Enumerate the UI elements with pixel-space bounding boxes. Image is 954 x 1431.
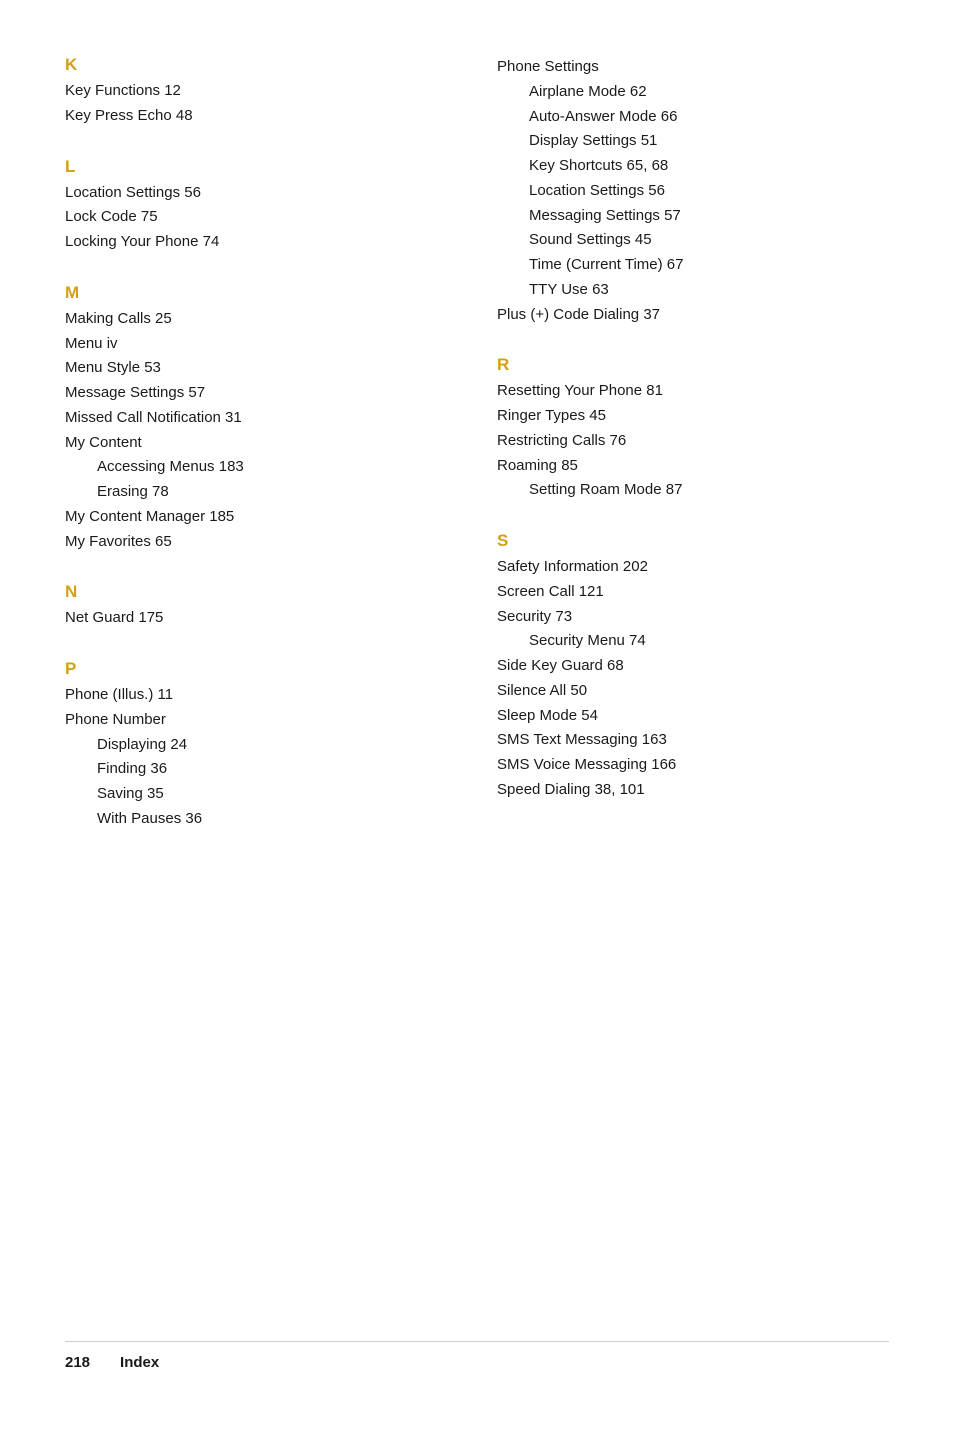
index-entry: Menu Style 53 [65, 356, 457, 381]
index-section: Phone SettingsAirplane Mode 62Auto-Answe… [497, 55, 889, 327]
index-entry: Location Settings 56 [497, 179, 889, 204]
index-entry: Phone Settings [497, 55, 889, 80]
index-entry: Side Key Guard 68 [497, 654, 889, 679]
index-section: L Location Settings 56Lock Code 75Locking… [65, 157, 457, 255]
index-section: P Phone (Illus.) 11Phone NumberDisplaying… [65, 659, 457, 832]
index-entry: Messaging Settings 57 [497, 204, 889, 229]
section-letter: R [497, 355, 889, 375]
index-section: RResetting Your Phone 81Ringer Types 45R… [497, 355, 889, 503]
column-right: Phone SettingsAirplane Mode 62Auto-Answe… [487, 55, 889, 1321]
index-entry: Saving 35 [65, 782, 457, 807]
index-entry: Speed Dialing 38, 101 [497, 778, 889, 803]
index-entry: Location Settings 56 [65, 181, 457, 206]
section-letter: N [65, 582, 457, 602]
index-entry: TTY Use 63 [497, 278, 889, 303]
footer-title: Index [120, 1354, 159, 1371]
index-entry: Making Calls 25 [65, 307, 457, 332]
index-entry: Security 73 [497, 605, 889, 630]
index-entry: SMS Voice Messaging 166 [497, 753, 889, 778]
index-entry: Roaming 85 [497, 454, 889, 479]
index-entry: Finding 36 [65, 757, 457, 782]
index-entry: Net Guard 175 [65, 606, 457, 631]
index-entry: Plus (+) Code Dialing 37 [497, 303, 889, 328]
index-section: M Making Calls 25Menu ivMenu Style 53Mess… [65, 283, 457, 555]
index-entry: Menu iv [65, 332, 457, 357]
index-entry: Displaying 24 [65, 733, 457, 758]
section-letter: M [65, 283, 457, 303]
index-entry: Restricting Calls 76 [497, 429, 889, 454]
index-entry: Auto-Answer Mode 66 [497, 105, 889, 130]
index-entry: Setting Roam Mode 87 [497, 478, 889, 503]
page-container: K Key Functions 12Key Press Echo 48 L Locat… [0, 0, 954, 1431]
content-columns: K Key Functions 12Key Press Echo 48 L Locat… [65, 55, 889, 1321]
index-entry: Lock Code 75 [65, 205, 457, 230]
index-entry: Accessing Menus 183 [65, 455, 457, 480]
index-entry: Locking Your Phone 74 [65, 230, 457, 255]
index-entry: Key Press Echo 48 [65, 104, 457, 129]
section-letter: P [65, 659, 457, 679]
index-entry: Missed Call Notification 31 [65, 406, 457, 431]
index-entry: Erasing 78 [65, 480, 457, 505]
index-entry: Phone (Illus.) 11 [65, 683, 457, 708]
index-section: N Net Guard 175 [65, 582, 457, 631]
section-letter: S [497, 531, 889, 551]
index-entry: With Pauses 36 [65, 807, 457, 832]
page-number: 218 [65, 1354, 90, 1371]
page-footer: 218 Index [65, 1341, 889, 1371]
index-entry: Silence All 50 [497, 679, 889, 704]
index-entry: Message Settings 57 [65, 381, 457, 406]
index-entry: My Favorites 65 [65, 530, 457, 555]
index-entry: Ringer Types 45 [497, 404, 889, 429]
index-entry: Airplane Mode 62 [497, 80, 889, 105]
index-entry: Safety Information 202 [497, 555, 889, 580]
index-entry: Display Settings 51 [497, 129, 889, 154]
index-entry: Key Shortcuts 65, 68 [497, 154, 889, 179]
index-entry: Security Menu 74 [497, 629, 889, 654]
index-section: K Key Functions 12Key Press Echo 48 [65, 55, 457, 129]
section-letter: L [65, 157, 457, 177]
section-letter: K [65, 55, 457, 75]
index-entry: Resetting Your Phone 81 [497, 379, 889, 404]
index-entry: Screen Call 121 [497, 580, 889, 605]
index-entry: Key Functions 12 [65, 79, 457, 104]
index-entry: Sound Settings 45 [497, 228, 889, 253]
index-section: SSafety Information 202Screen Call 121Se… [497, 531, 889, 803]
index-entry: Phone Number [65, 708, 457, 733]
index-entry: Time (Current Time) 67 [497, 253, 889, 278]
index-entry: My Content [65, 431, 457, 456]
index-entry: My Content Manager 185 [65, 505, 457, 530]
index-entry: Sleep Mode 54 [497, 704, 889, 729]
index-entry: SMS Text Messaging 163 [497, 728, 889, 753]
column-left: K Key Functions 12Key Press Echo 48 L Locat… [65, 55, 487, 1321]
